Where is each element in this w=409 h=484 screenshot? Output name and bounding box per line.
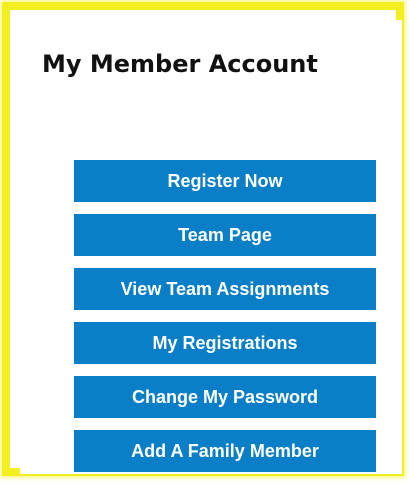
account-action-list: Register Now Team Page View Team Assignm… [74,160,376,484]
add-family-member-button[interactable]: Add A Family Member [74,430,376,472]
view-team-assignments-button[interactable]: View Team Assignments [74,268,376,310]
my-registrations-button[interactable]: My Registrations [74,322,376,364]
member-account-panel: My Member Account Register Now Team Page… [20,20,402,474]
change-password-button[interactable]: Change My Password [74,376,376,418]
team-page-button[interactable]: Team Page [74,214,376,256]
register-now-button[interactable]: Register Now [74,160,376,202]
panel-title: My Member Account [42,50,318,78]
highlight-frame: My Member Account Register Now Team Page… [2,2,404,476]
